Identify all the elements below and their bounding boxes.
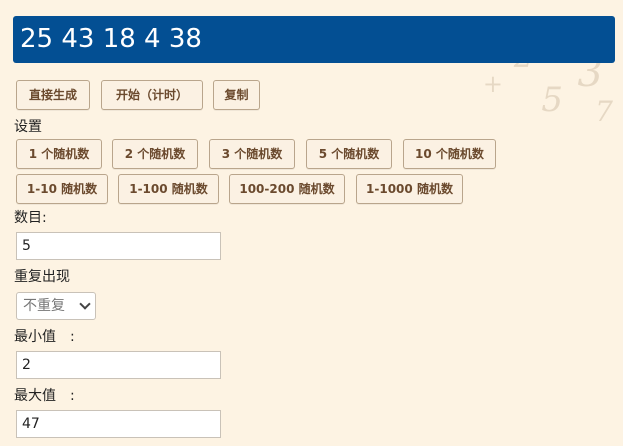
min-label: 最小值 : <box>14 329 75 345</box>
generate-button[interactable]: 直接生成 <box>16 80 90 110</box>
count-input[interactable]: 5 <box>16 232 221 260</box>
result-display: 25 43 18 4 38 <box>13 16 615 63</box>
preset-3-numbers-button[interactable]: 3 个随机数 <box>209 139 295 169</box>
min-input[interactable]: 2 <box>16 351 221 379</box>
repeat-select-value: 不重复 <box>23 298 65 314</box>
settings-heading: 设置 <box>14 119 42 135</box>
range-100-200-button[interactable]: 100-200 随机数 <box>229 174 345 204</box>
preset-10-numbers-button[interactable]: 10 个随机数 <box>403 139 496 169</box>
repeat-select[interactable]: 不重复 <box>16 292 96 320</box>
count-label: 数目: <box>14 210 47 226</box>
range-1-1000-button[interactable]: 1-1000 随机数 <box>356 174 463 204</box>
max-input[interactable]: 47 <box>16 410 221 438</box>
start-timer-button[interactable]: 开始（计时） <box>101 80 203 110</box>
chevron-down-icon <box>79 298 91 310</box>
max-label: 最大值 : <box>14 388 75 404</box>
preset-2-numbers-button[interactable]: 2 个随机数 <box>112 139 198 169</box>
copy-button[interactable]: 复制 <box>213 80 260 110</box>
preset-1-number-button[interactable]: 1 个随机数 <box>16 139 102 169</box>
range-1-100-button[interactable]: 1-100 随机数 <box>118 174 219 204</box>
repeat-label: 重复出现 <box>14 269 70 285</box>
preset-5-numbers-button[interactable]: 5 个随机数 <box>306 139 392 169</box>
range-1-10-button[interactable]: 1-10 随机数 <box>16 174 108 204</box>
